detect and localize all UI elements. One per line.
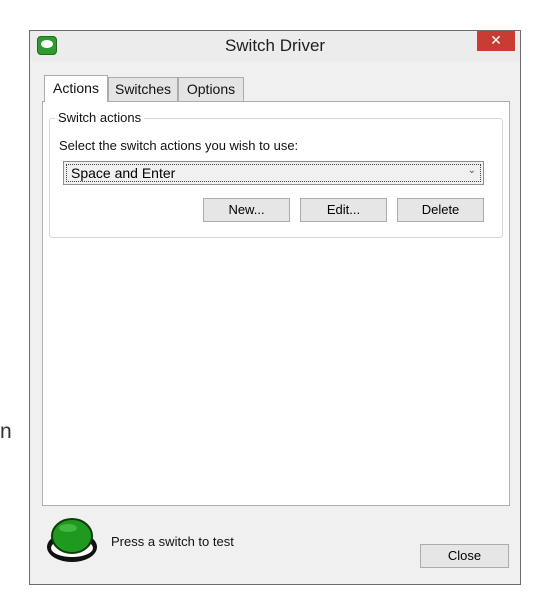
title-bar[interactable]: Switch Driver ✕ xyxy=(30,31,520,61)
delete-button[interactable]: Delete xyxy=(397,198,484,222)
tab-options[interactable]: Options xyxy=(178,77,244,101)
stage: n Switch Driver ✕ Actions Switches Optio… xyxy=(0,0,540,599)
edit-button[interactable]: Edit... xyxy=(300,198,387,222)
select-value: Space and Enter xyxy=(66,164,481,182)
close-button[interactable]: Close xyxy=(420,544,509,568)
chevron-down-icon: ⌄ xyxy=(467,165,476,176)
select-prompt: Select the switch actions you wish to us… xyxy=(59,138,299,153)
actions-tab-panel: Switch actions Select the switch actions… xyxy=(42,101,510,506)
window-title: Switch Driver xyxy=(224,36,326,55)
switch-actions-select[interactable]: Space and Enter ⌄ xyxy=(63,161,484,185)
background-text: n xyxy=(0,420,12,443)
group-label: Switch actions xyxy=(55,110,145,125)
status-text: Press a switch to test xyxy=(111,534,234,549)
switch-driver-window: Switch Driver ✕ Actions Switches Options… xyxy=(29,30,521,585)
switch-button-graphic xyxy=(47,518,97,562)
tab-actions[interactable]: Actions xyxy=(44,75,108,102)
new-button[interactable]: New... xyxy=(203,198,290,222)
window-close-button[interactable]: ✕ xyxy=(477,31,515,51)
green-switch-button-icon xyxy=(46,516,98,564)
switch-actions-group: Switch actions Select the switch actions… xyxy=(49,110,503,238)
tab-switches[interactable]: Switches xyxy=(108,77,178,101)
